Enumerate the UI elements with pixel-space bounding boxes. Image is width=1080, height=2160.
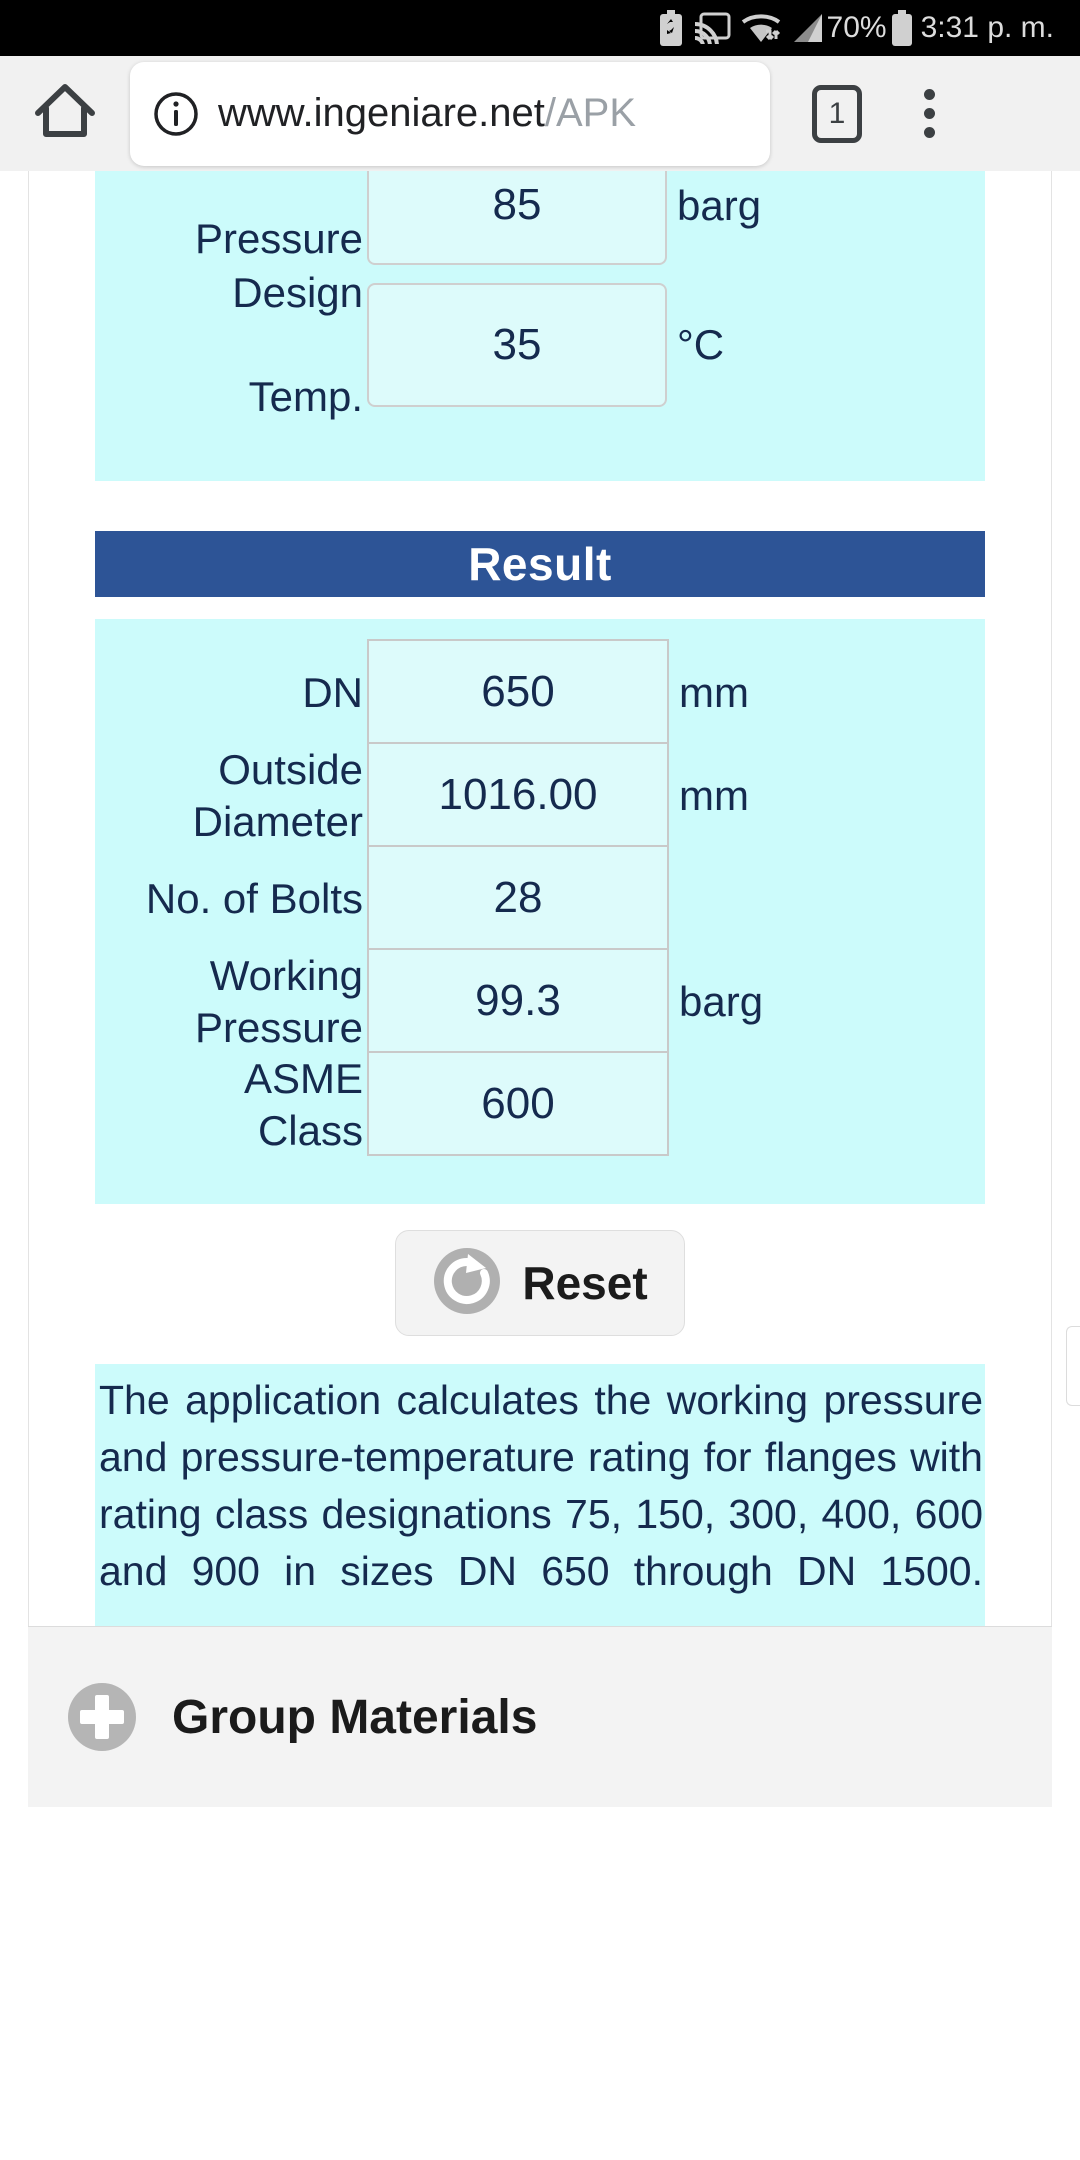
result-row-no-of-bolts: No. of Bolts 28 — [95, 845, 985, 950]
page-content: Design Pressure 85 barg Design Temp. 35 … — [0, 171, 1080, 2160]
battery-icon — [891, 10, 913, 46]
refresh-icon — [432, 1246, 502, 1321]
tab-count: 1 — [812, 84, 862, 143]
calculator-card: Design Pressure 85 barg Design Temp. 35 … — [28, 171, 1052, 1667]
result-value-working-pressure: 99.3 — [367, 948, 669, 1053]
result-unit-working-pressure: barg — [679, 977, 764, 1025]
label-line-1: DN — [302, 668, 363, 716]
result-label-dn: DN — [95, 641, 367, 744]
group-materials-label: Group Materials — [172, 1690, 538, 1744]
panel-spacer — [95, 407, 985, 459]
result-header: Result — [95, 531, 985, 597]
result-value-dn: 650 — [367, 639, 669, 744]
label-line-1: Working — [209, 951, 363, 999]
group-materials-section[interactable]: Group Materials — [28, 1627, 1052, 1807]
result-unit-outside-diameter: mm — [679, 771, 749, 819]
input-unit-design-pressure: barg — [677, 182, 762, 229]
result-row-outside-diameter: Outside Diameter 1016.00 mm — [95, 742, 985, 847]
label-line-1: No. of Bolts — [145, 874, 363, 922]
result-row-asme-class: ASME Class 600 — [95, 1051, 985, 1156]
home-button[interactable] — [22, 71, 108, 157]
input-row-design-temp: Design Temp. 35 °C — [95, 269, 985, 420]
result-row-dn: DN 650 mm — [95, 639, 985, 744]
input-panel: Design Pressure 85 barg Design Temp. 35 … — [95, 171, 985, 481]
url-text: www.ingeniare.net/APK — [218, 91, 636, 136]
signal-icon — [791, 11, 825, 45]
reset-row: Reset — [29, 1230, 1051, 1336]
menu-dot — [923, 127, 935, 138]
menu-dot — [923, 108, 935, 119]
tab-switcher-button[interactable]: 1 — [800, 77, 874, 151]
clock-time: 3:31 p. m. — [920, 11, 1054, 44]
input-row-design-pressure: Design Pressure 85 barg — [95, 171, 985, 265]
reset-button[interactable]: Reset — [395, 1230, 685, 1336]
battery-percent: 70% — [826, 11, 887, 44]
result-panel: DN 650 mm Outside Diameter 1016.00 mm No… — [95, 619, 985, 1204]
description-text: The application calculates the working p… — [95, 1364, 985, 1667]
result-unit-no-of-bolts — [669, 847, 985, 950]
result-unit-asme-class — [669, 1053, 985, 1156]
result-value-no-of-bolts: 28 — [367, 845, 669, 950]
url-path: /APK — [544, 91, 637, 135]
result-label-asme-class: ASME Class — [95, 1053, 367, 1156]
label-line-2: Pressure — [194, 1003, 363, 1051]
input-field-design-temp[interactable]: 35 — [367, 283, 667, 407]
result-label-outside-diameter: Outside Diameter — [95, 744, 367, 847]
label-line-1: ASME — [243, 1054, 363, 1102]
label-line-1: Design — [232, 269, 363, 316]
input-unit-design-temp: °C — [677, 321, 725, 368]
menu-dot — [923, 89, 935, 100]
plus-circle-icon[interactable] — [64, 1679, 140, 1755]
header-gap — [29, 597, 1051, 619]
result-label-no-of-bolts: No. of Bolts — [95, 847, 367, 950]
home-icon — [32, 80, 98, 147]
result-label-working-pressure: Working Pressure — [95, 950, 367, 1053]
info-icon[interactable] — [152, 90, 200, 138]
status-icons — [658, 10, 825, 46]
cast-icon — [693, 12, 731, 44]
label-line-2: Pressure — [194, 215, 363, 262]
battery-saver-icon — [658, 10, 684, 46]
result-row-working-pressure: Working Pressure 99.3 barg — [95, 948, 985, 1053]
url-bar[interactable]: www.ingeniare.net/APK — [130, 61, 770, 166]
label-line-2: Class — [257, 1106, 363, 1154]
result-unit-dn: mm — [679, 668, 749, 716]
android-status-bar: 70% 3:31 p. m. — [0, 0, 1080, 56]
url-domain: www.ingeniare.net — [218, 91, 545, 135]
label-line-1: Outside — [218, 745, 363, 793]
wifi-icon — [740, 11, 782, 45]
reset-label: Reset — [522, 1257, 648, 1309]
input-field-design-pressure[interactable]: 85 — [367, 171, 667, 265]
label-line-2: Diameter — [192, 797, 363, 845]
result-value-asme-class: 600 — [367, 1051, 669, 1156]
result-value-outside-diameter: 1016.00 — [367, 742, 669, 847]
label-line-2: Temp. — [248, 373, 363, 420]
overflow-menu-icon[interactable] — [892, 71, 966, 157]
input-label-design-temp: Design Temp. — [95, 269, 367, 420]
input-label-design-pressure: Design Pressure — [95, 171, 367, 265]
scroll-edge-sliver[interactable] — [1066, 1326, 1080, 1406]
result-panel-spacer — [95, 1156, 985, 1182]
browser-toolbar: www.ingeniare.net/APK 1 — [0, 56, 1080, 171]
